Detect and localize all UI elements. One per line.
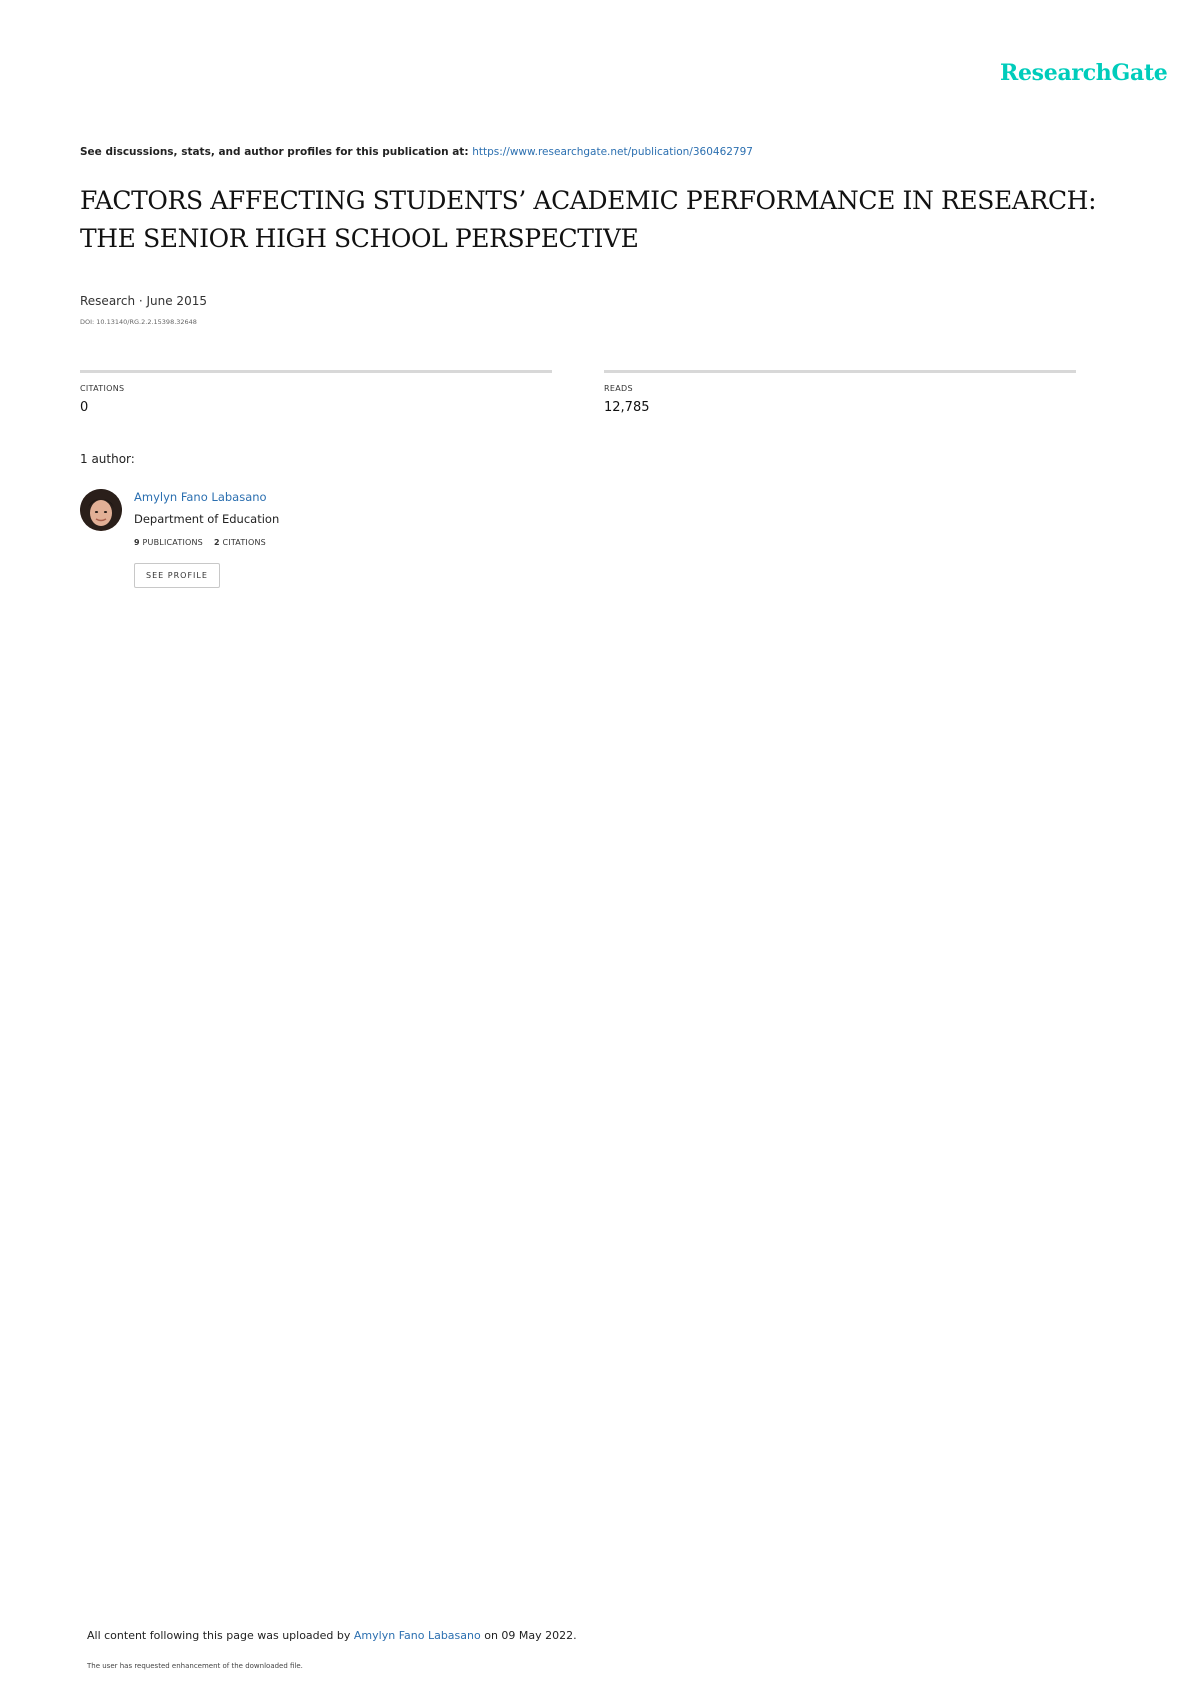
author-name-link[interactable]: Amylyn Fano Labasano (134, 490, 267, 504)
author-citations-label: CITATIONS (222, 538, 266, 547)
enhancement-note: The user has requested enhancement of th… (87, 1662, 303, 1670)
publication-url-link[interactable]: https://www.researchgate.net/publication… (472, 146, 753, 158)
author-affiliation: Department of Education (134, 512, 280, 526)
title-line-2: THE SENIOR HIGH SCHOOL PERSPECTIVE (80, 224, 639, 253)
author-publications-label: PUBLICATIONS (142, 538, 203, 547)
publication-title: FACTORS AFFECTING STUDENTS’ ACADEMIC PER… (80, 182, 1120, 258)
reads-divider (604, 370, 1076, 373)
uploader-name-link[interactable]: Amylyn Fano Labasano (354, 1629, 481, 1642)
upload-notice: All content following this page was uplo… (87, 1629, 577, 1642)
avatar-portrait-icon (80, 489, 122, 531)
reads-value: 12,785 (604, 400, 650, 415)
discussion-prefix: See discussions, stats, and author profi… (80, 146, 473, 158)
upload-notice-prefix: All content following this page was uplo… (87, 1629, 354, 1642)
discussion-line: See discussions, stats, and author profi… (80, 146, 753, 158)
author-publications-count: 9 (134, 538, 140, 547)
citations-divider (80, 370, 552, 373)
upload-notice-suffix: on 09 May 2022. (480, 1629, 577, 1642)
author-stats: 9 PUBLICATIONS 2 CITATIONS (134, 538, 266, 547)
publication-type-date: Research · June 2015 (80, 294, 207, 308)
author-count: 1 author: (80, 452, 135, 466)
citations-value: 0 (80, 400, 89, 415)
citations-label: CITATIONS (80, 384, 125, 393)
title-line-1: FACTORS AFFECTING STUDENTS’ ACADEMIC PER… (80, 186, 1097, 215)
researchgate-logo[interactable]: ResearchGate (1000, 60, 1168, 86)
see-profile-button[interactable]: SEE PROFILE (134, 563, 220, 588)
author-citations-count: 2 (213, 538, 220, 547)
author-avatar[interactable] (80, 489, 122, 531)
reads-label: READS (604, 384, 633, 393)
publication-doi: DOI: 10.13140/RG.2.2.15398.32648 (80, 318, 197, 326)
